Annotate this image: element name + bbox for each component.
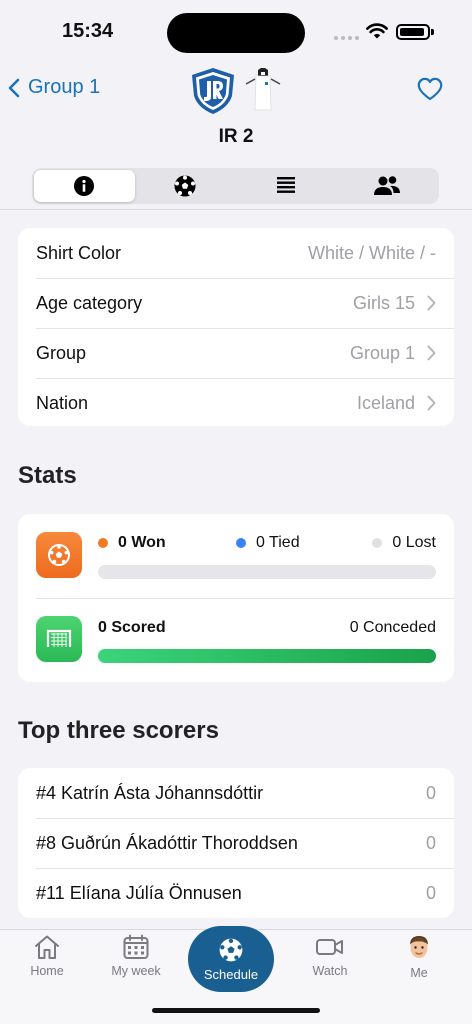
scored-label: 0 Scored [98,619,166,636]
info-value: White / White / - [307,242,436,263]
scorer-name: #8 Guðrún Ákadóttir Thoroddsen [36,832,298,853]
results-badge [36,532,82,578]
soccer-ball-icon [219,938,243,961]
info-row-group[interactable]: Group Group 1 [18,328,454,378]
stats-title: Stats [18,462,77,489]
conceded-label: 0 Conceded [349,619,436,636]
results-summary: 0 Won 0 Tied 0 Lost [98,534,436,554]
status-time: 15:34 [62,20,114,42]
tab-my-week[interactable]: My week [96,934,176,978]
scorer-goals: 0 [425,832,436,853]
team-section-tabs [32,168,439,204]
dynamic-island [167,13,305,53]
lost-label: 0 Lost [392,534,436,551]
info-row-shirt-color: Shirt Color White / White / - [18,228,454,278]
team-name: IR 2 [218,126,254,147]
tab-me-label: Me [410,966,428,980]
tab-schedule[interactable]: Schedule [188,926,274,992]
tab-my-week-label: My week [111,964,161,978]
goals-summary: 0 Scored 0 Conceded [98,619,436,639]
scorers-title: Top three scorers [18,717,219,744]
info-label: Nation [36,392,89,413]
people-icon [373,176,400,195]
tab-players[interactable] [336,170,437,202]
home-indicator [152,1008,320,1013]
tied-dot [236,538,246,548]
info-row-age-category[interactable]: Age category Girls 15 [18,278,454,328]
info-value: Iceland [356,392,415,413]
cellular-signal-icon [334,36,359,40]
tab-me[interactable]: Me [379,934,459,980]
chevron-right-icon [427,395,436,411]
stats-card: 0 Won 0 Tied 0 Lost 0 Scored 0 Conceded [18,514,454,682]
scorer-row[interactable]: #8 Guðrún Ákadóttir Thoroddsen 0 [18,818,454,868]
info-value: Girls 15 [352,292,415,313]
info-row-nation[interactable]: Nation Iceland [18,378,454,428]
list-icon [276,177,295,193]
info-label: Age category [36,292,143,313]
video-camera-icon [316,939,343,955]
chevron-left-icon [8,78,20,97]
chevron-right-icon [427,295,436,311]
lost-dot [372,538,383,548]
chevron-right-icon [427,345,436,361]
soccer-ball-icon [174,175,196,197]
team-crest-logo [192,68,234,114]
favorite-heart-icon[interactable] [416,76,444,102]
scorer-row[interactable]: #11 Elíana Júlía Önnusen 0 [18,868,454,918]
team-kit-icon [245,68,281,111]
calendar-icon [123,934,149,959]
status-bar: 15:34 [0,0,472,62]
tab-watch[interactable]: Watch [290,934,370,978]
won-dot [98,538,108,548]
info-value: Group 1 [349,342,415,363]
scorer-name: #11 Elíana Júlía Önnusen [36,882,242,903]
top-scorers-card: #4 Katrín Ásta Jóhannsdóttir 0 #8 Guðrún… [18,768,454,918]
tab-matches[interactable] [135,170,236,202]
wifi-icon [366,23,388,39]
goals-progress-bar [98,649,436,663]
home-icon [35,935,59,959]
info-label: Shirt Color [36,242,122,263]
tab-watch-label: Watch [312,964,348,978]
scorer-goals: 0 [425,782,436,803]
scorer-row[interactable]: #4 Katrín Ásta Jóhannsdóttir 0 [18,768,454,818]
tab-home-label: Home [30,964,64,978]
tab-info[interactable] [34,170,135,202]
team-header: Group 1 IR 2 [0,62,472,210]
tied-stat: 0 Tied [236,534,300,552]
tab-standings[interactable] [236,170,337,202]
results-progress-bar [98,565,436,579]
back-button[interactable]: Group 1 [8,76,100,99]
goal-net-icon [46,629,72,647]
tab-home[interactable]: Home [7,934,87,978]
scorer-goals: 0 [425,882,436,903]
back-label: Group 1 [28,76,101,98]
goals-badge [36,616,82,662]
won-stat: 0 Won [98,534,166,552]
tied-label: 0 Tied [256,534,300,551]
won-label: 0 Won [118,534,166,551]
lost-stat: 0 Lost [372,534,436,552]
battery-icon [396,24,430,40]
team-info-card: Shirt Color White / White / - Age catego… [18,228,454,426]
scorer-name: #4 Katrín Ásta Jóhannsdóttir [36,782,264,803]
info-label: Group [36,342,87,363]
info-icon [74,176,95,196]
avatar-memoji-icon [410,936,428,958]
soccer-ball-icon [48,544,70,566]
tab-schedule-label: Schedule [203,966,259,982]
